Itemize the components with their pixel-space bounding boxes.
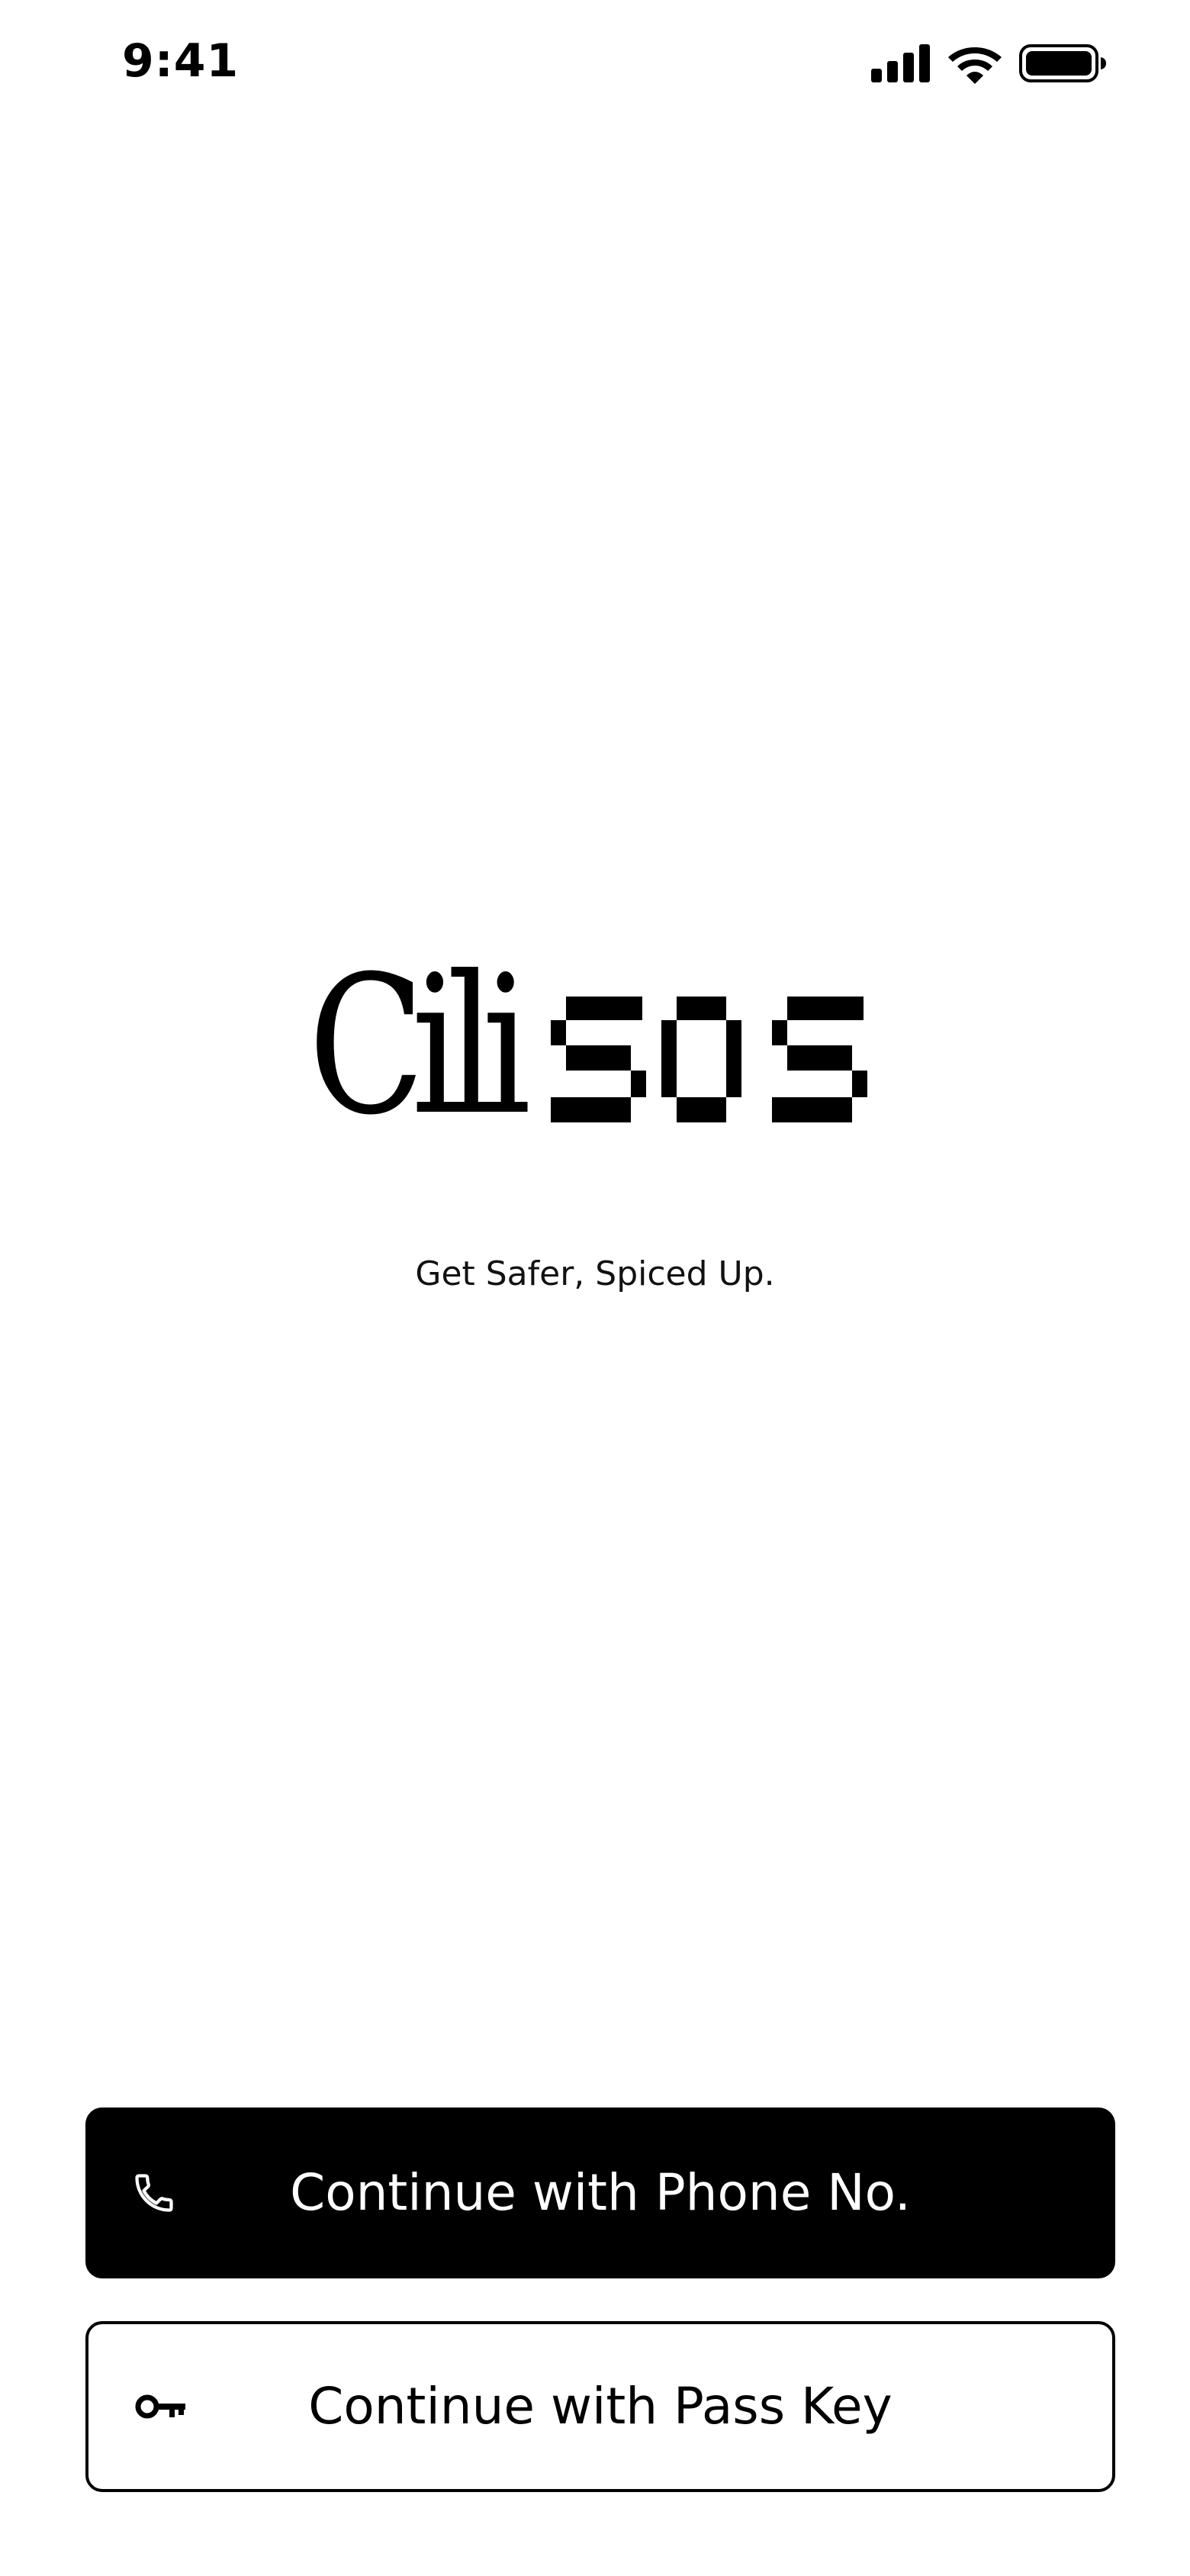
logo-sos-mark (551, 997, 867, 1122)
continue-with-phone-button[interactable]: Continue with Phone No. (85, 2107, 1115, 2278)
phone-icon (135, 2174, 173, 2212)
logo-wordmark: Cili (308, 935, 531, 1157)
continue-with-passkey-label: Continue with Pass Key (308, 2377, 892, 2436)
tagline: Get Safer, Spiced Up. (415, 1254, 775, 1293)
key-icon (135, 2394, 185, 2419)
signal-bars-icon (871, 44, 930, 82)
battery-icon (1019, 44, 1106, 82)
continue-with-passkey-button[interactable]: Continue with Pass Key (85, 2321, 1115, 2492)
brand-logo: Cili (308, 951, 888, 1141)
status-time: 9:41 (122, 34, 240, 88)
continue-with-phone-label: Continue with Phone No. (290, 2163, 911, 2222)
status-bar: 9:41 (0, 0, 1190, 130)
wifi-icon (948, 47, 1002, 84)
